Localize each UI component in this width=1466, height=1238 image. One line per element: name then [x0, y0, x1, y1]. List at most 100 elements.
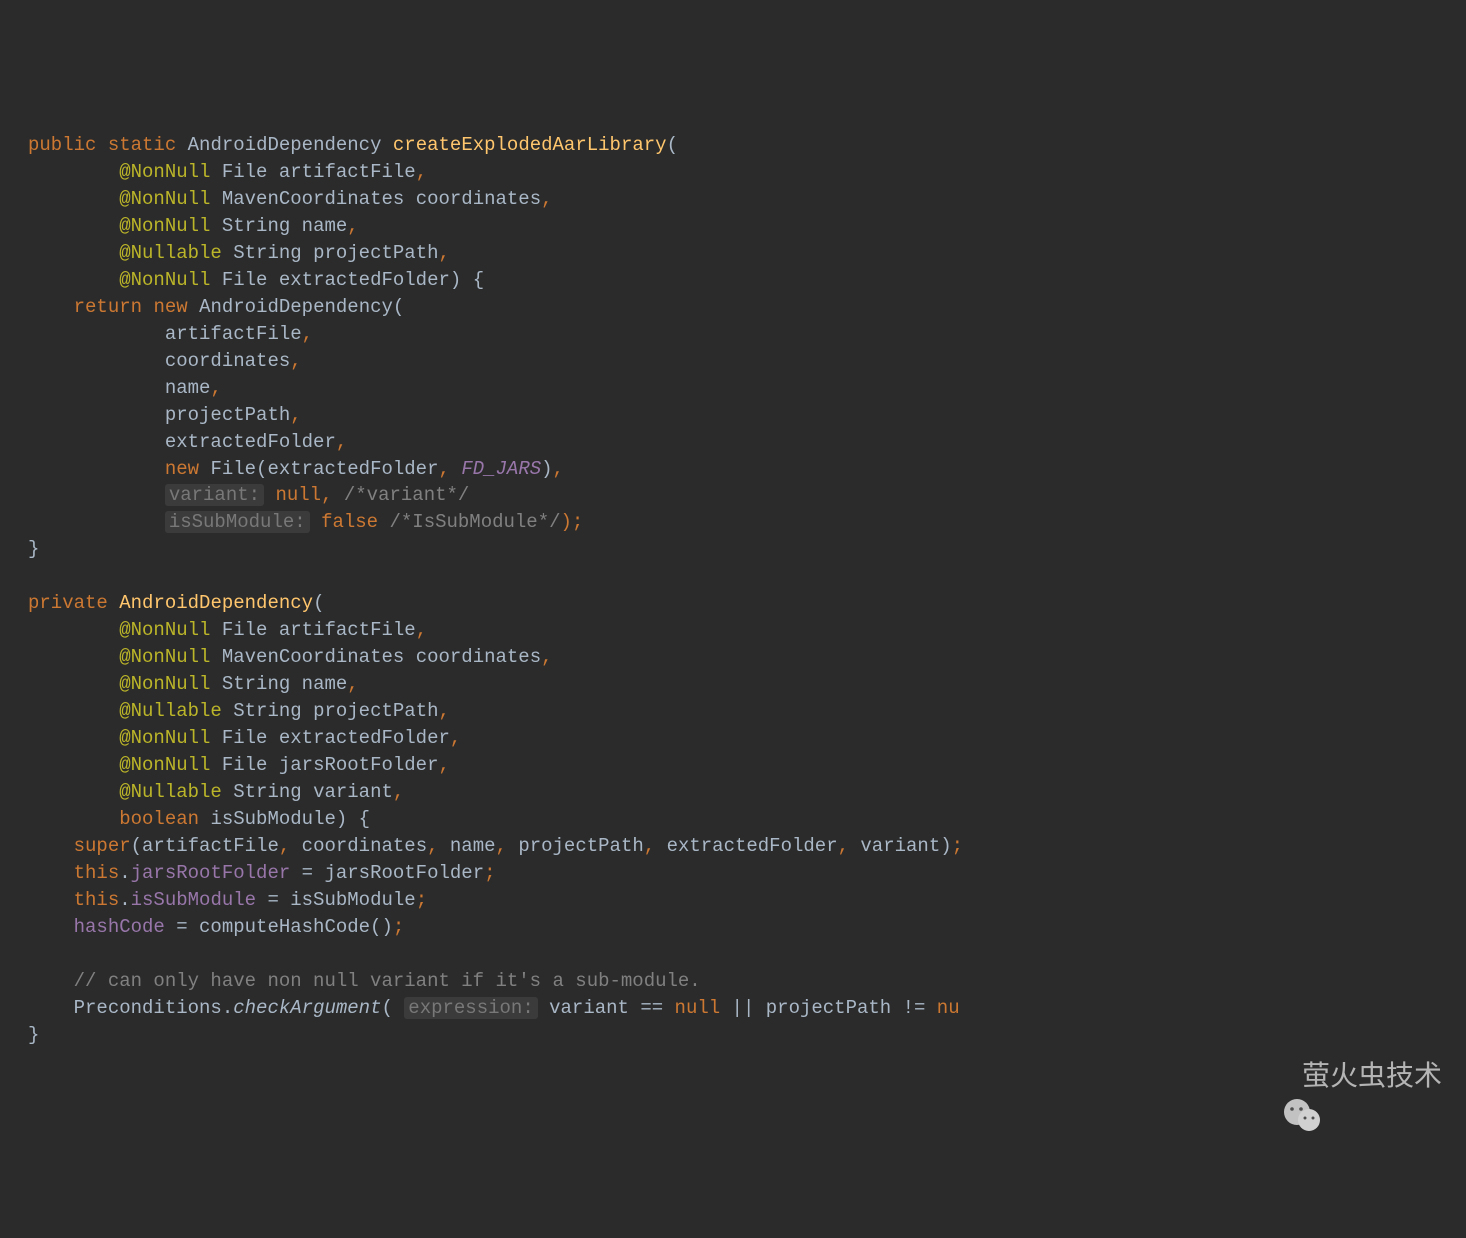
arg: extractedFolder [667, 835, 838, 857]
keyword-static: static [108, 134, 176, 156]
param-type: String [233, 781, 301, 803]
keyword-return: return [74, 296, 142, 318]
annotation: @NonNull [119, 215, 210, 237]
keyword-this: this [74, 862, 120, 884]
param-name: projectPath [313, 242, 438, 264]
comma: , [302, 323, 313, 345]
param-type: MavenCoordinates [222, 646, 404, 668]
return-type: AndroidDependency [188, 134, 382, 156]
keyword-new: new [165, 458, 199, 480]
open-paren: ( [313, 592, 324, 614]
watermark-text: 萤火虫技术 [1302, 1056, 1442, 1096]
arg: name [165, 377, 211, 399]
param-name: extractedFolder [279, 727, 450, 749]
field: hashCode [74, 916, 165, 938]
annotation: @NonNull [119, 754, 210, 776]
param-hint: variant: [165, 484, 264, 506]
dot: . [119, 889, 130, 911]
keyword-private: private [28, 592, 108, 614]
param-name: isSubModule [210, 808, 335, 830]
param-name: coordinates [416, 646, 541, 668]
watermark: 萤火虫技术 [1250, 1054, 1442, 1098]
param-type: File [222, 727, 268, 749]
comma: , [210, 377, 221, 399]
comma: , [290, 404, 301, 426]
arg: coordinates [302, 835, 427, 857]
param-type: String [233, 700, 301, 722]
comma: , [439, 242, 450, 264]
arg: name [450, 835, 496, 857]
keyword-new: new [153, 296, 187, 318]
param-hint: isSubModule: [165, 511, 310, 533]
super-args: (artifactFile [131, 835, 279, 857]
comma: , [439, 700, 450, 722]
wechat-icon [1250, 1054, 1294, 1098]
param-name: variant [313, 781, 393, 803]
comma: , [321, 484, 332, 506]
open-paren: ( [667, 134, 678, 156]
arg: projectPath [165, 404, 290, 426]
comma: , [496, 835, 507, 857]
class-ref: Preconditions. [74, 997, 234, 1019]
comma: , [279, 835, 290, 857]
close-paren: ) [541, 458, 552, 480]
field: jarsRootFolder [131, 862, 291, 884]
comma: , [416, 161, 427, 183]
keyword-null: nu [937, 997, 960, 1019]
arg: artifactFile [165, 323, 302, 345]
annotation: @NonNull [119, 727, 210, 749]
comma: , [541, 188, 552, 210]
comma: , [553, 458, 564, 480]
field: isSubModule [131, 889, 256, 911]
comma: , [838, 835, 849, 857]
assign: = computeHashCode() [165, 916, 393, 938]
param-name: name [302, 673, 348, 695]
keyword-false: false [321, 511, 378, 533]
comma: , [450, 727, 461, 749]
comma: , [439, 754, 450, 776]
file-call: File(extractedFolder [210, 458, 438, 480]
expr: || projectPath != [720, 997, 937, 1019]
param-type: MavenCoordinates [222, 188, 404, 210]
constructor-call: AndroidDependency( [199, 296, 404, 318]
expr: variant == [538, 997, 675, 1019]
param-name: projectPath [313, 700, 438, 722]
annotation: @NonNull [119, 161, 210, 183]
comma: , [644, 835, 655, 857]
keyword-null: null [675, 997, 721, 1019]
keyword-boolean: boolean [119, 808, 199, 830]
keyword-public: public [28, 134, 96, 156]
param-type: File [222, 161, 268, 183]
semi: ; [952, 835, 963, 857]
comma: , [336, 431, 347, 453]
constant: FD_JARS [461, 458, 541, 480]
comma: , [290, 350, 301, 372]
method-call: checkArgument [233, 997, 381, 1019]
param-name: jarsRootFolder [279, 754, 439, 776]
close-paren: ) { [450, 269, 484, 291]
param-name: coordinates [416, 188, 541, 210]
param-name: artifactFile [279, 161, 416, 183]
annotation: @NonNull [119, 188, 210, 210]
method-name: createExplodedAarLibrary [393, 134, 667, 156]
annotation: @NonNull [119, 619, 210, 641]
param-hint: expression: [404, 997, 537, 1019]
comma: , [347, 215, 358, 237]
param-type: String [233, 242, 301, 264]
comma: , [541, 646, 552, 668]
param-type: String [222, 673, 290, 695]
code-editor[interactable]: public static AndroidDependency createEx… [28, 132, 1438, 1049]
param-type: String [222, 215, 290, 237]
param-type: File [222, 269, 268, 291]
arg: variant) [860, 835, 951, 857]
close-paren: ) { [336, 808, 370, 830]
keyword-super: super [74, 835, 131, 857]
keyword-this: this [74, 889, 120, 911]
comment: // can only have non null variant if it'… [74, 970, 701, 992]
param-type: File [222, 619, 268, 641]
comment: /*IsSubModule*/ [389, 511, 560, 533]
param-name: artifactFile [279, 619, 416, 641]
param-type: File [222, 754, 268, 776]
semi: ; [416, 889, 427, 911]
constructor-name: AndroidDependency [119, 592, 313, 614]
